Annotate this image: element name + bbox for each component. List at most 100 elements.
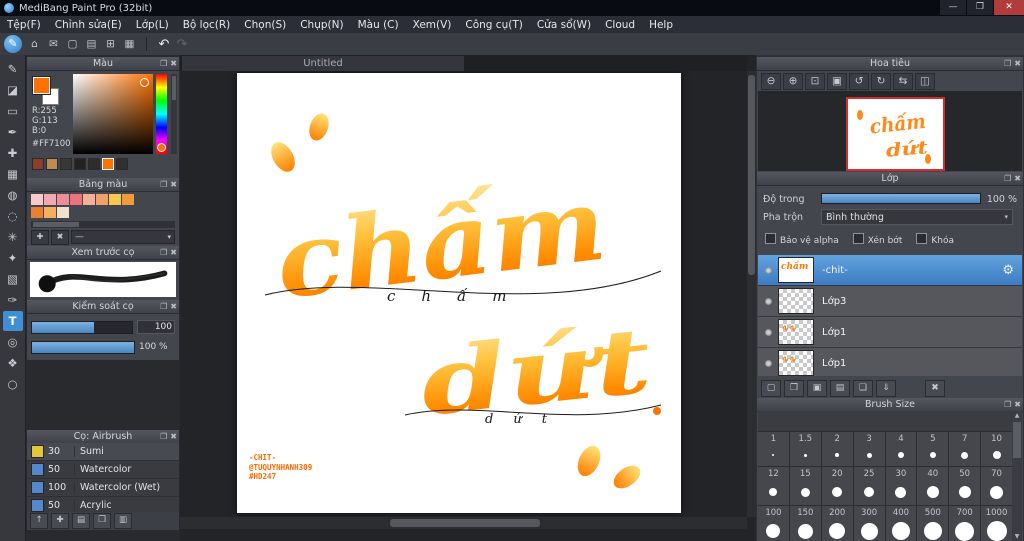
color-swatch[interactable] [96, 194, 108, 205]
menu-item-2[interactable]: Lớp(L) [129, 17, 176, 33]
color-swatch[interactable] [74, 158, 86, 170]
color-panel-scrollbar[interactable] [171, 74, 177, 154]
close-panel-icon[interactable]: ✖ [1014, 172, 1021, 185]
menu-item-7[interactable]: Xem(V) [406, 17, 459, 33]
brush-item-2[interactable]: 100 Watercolor (Wet) [27, 479, 179, 497]
color-swatch[interactable] [32, 158, 44, 170]
add-color-button[interactable]: ✚ [31, 229, 49, 245]
brush-size-300[interactable]: 300 [853, 506, 885, 541]
popout-icon[interactable]: ❐ [160, 178, 167, 191]
menu-item-1[interactable]: Chỉnh sửa(E) [48, 17, 129, 33]
layer-settings-icon[interactable]: ⚙ [1002, 263, 1014, 278]
clipping-checkbox[interactable]: Xén bớt [852, 233, 902, 246]
hue-marker[interactable] [157, 143, 166, 152]
canvas-page[interactable]: chấm chấm dứt dứt -CHIT- @TUQUYNHANH309 … [237, 73, 681, 513]
popout-icon[interactable]: ❐ [160, 57, 167, 70]
brush-size-50[interactable]: 50 [949, 467, 981, 505]
menu-item-11[interactable]: Help [642, 17, 680, 33]
brush-size-4[interactable]: 4 [885, 432, 917, 466]
rotate-left-icon[interactable]: ↺ [849, 73, 869, 90]
foreground-color-swatch[interactable] [32, 76, 51, 95]
table-icon[interactable]: ▦ [121, 36, 138, 52]
protect-alpha-checkbox[interactable]: Bảo vệ alpha [765, 233, 839, 246]
brush-size-700[interactable]: 700 [949, 506, 981, 541]
duplicate-brush-icon[interactable]: ❐ [93, 513, 111, 529]
layer-row-0[interactable]: chấm -chit- ⚙ [758, 255, 1022, 286]
color-swatch[interactable] [122, 194, 134, 205]
color-swatch[interactable] [44, 207, 56, 218]
brush-item-0[interactable]: 30 Sumi [27, 443, 179, 461]
add-brush-icon[interactable]: ✚ [51, 513, 69, 529]
horizontal-scrollbar[interactable] [180, 517, 747, 529]
menu-item-9[interactable]: Cửa sổ(W) [530, 17, 598, 33]
pen-tool[interactable]: ✒ [3, 122, 23, 142]
brush-size-15[interactable]: 15 [789, 467, 821, 505]
move-tool[interactable]: ✚ [3, 143, 23, 163]
merge-layer-icon[interactable]: ⇓ [876, 379, 896, 397]
menu-item-10[interactable]: Cloud [598, 17, 642, 33]
brush-size-1000[interactable]: 1000 [981, 506, 1012, 541]
zoom-out-icon[interactable]: ⊖ [761, 73, 781, 90]
layer-visibility-dot[interactable] [765, 266, 772, 274]
color-swatch[interactable] [44, 194, 56, 205]
color-swatch[interactable] [116, 158, 128, 170]
rotate-right-icon[interactable]: ↻ [871, 73, 891, 90]
close-panel-icon[interactable]: ✖ [170, 430, 177, 443]
new-layer-icon[interactable]: ▢ [761, 379, 781, 397]
layer-visibility-dot[interactable] [765, 297, 772, 305]
brush-size-100[interactable]: 100 [758, 506, 789, 541]
brush-size-3[interactable]: 3 [853, 432, 885, 466]
reset-view-icon[interactable]: ⇆ [893, 73, 913, 90]
layer-visibility-dot[interactable] [765, 359, 772, 367]
active-tool-indicator[interactable]: ✎ [4, 35, 22, 53]
sv-marker[interactable] [140, 78, 149, 87]
document-tab[interactable]: Untitled [182, 56, 464, 71]
popout-icon[interactable]: ❐ [1004, 57, 1011, 70]
popout-icon[interactable]: ❐ [160, 300, 167, 313]
blend-mode-dropdown[interactable]: Bình thường ▾ [821, 209, 1013, 225]
copy-layer-icon[interactable]: ❏ [853, 379, 873, 397]
bucket-tool[interactable]: ◍ [3, 185, 23, 205]
brush-opacity-slider[interactable] [31, 340, 135, 354]
message-icon[interactable]: ✉ [45, 36, 62, 52]
close-panel-icon[interactable]: ✖ [1014, 398, 1021, 411]
brush-size-7[interactable]: 7 [949, 432, 981, 466]
redo-icon[interactable]: ↷ [173, 37, 191, 52]
menu-item-4[interactable]: Chọn(S) [237, 17, 293, 33]
brush-size-2[interactable]: 2 [821, 432, 853, 466]
new-folder-icon[interactable]: ▣ [807, 379, 827, 397]
brush-size-slider[interactable] [31, 320, 133, 334]
color-swatch[interactable] [57, 194, 69, 205]
saturation-value-picker[interactable] [73, 74, 153, 154]
menu-item-3[interactable]: Bộ lọc(R) [176, 17, 238, 33]
delete-color-button[interactable]: ✖ [51, 229, 69, 245]
brush-size-400[interactable]: 400 [885, 506, 917, 541]
close-panel-icon[interactable]: ✖ [170, 57, 177, 70]
brush-size-scrollbar[interactable]: ▲ ▼ [1012, 411, 1022, 541]
brush-size-40[interactable]: 40 [917, 467, 949, 505]
rectangle-tool[interactable]: ▭ [3, 101, 23, 121]
color-swatch[interactable] [70, 194, 82, 205]
hue-slider[interactable] [156, 74, 167, 154]
popout-icon[interactable]: ❐ [160, 246, 167, 259]
menu-item-5[interactable]: Chụp(N) [293, 17, 350, 33]
brush-size-value[interactable]: 100 [137, 320, 175, 334]
lasso-tool[interactable]: ◌ [3, 206, 23, 226]
layer-row-1[interactable]: Lớp3 [758, 286, 1022, 317]
brush-menu-icon[interactable]: ▥ [114, 513, 132, 529]
zoom-fit-icon[interactable]: ⊡ [805, 73, 825, 90]
operation-tool[interactable]: ✦ [3, 248, 23, 268]
brush-size-10[interactable]: 10 [981, 432, 1012, 466]
close-panel-icon[interactable]: ✖ [170, 246, 177, 259]
color-swatch[interactable] [83, 194, 95, 205]
close-panel-icon[interactable]: ✖ [1014, 57, 1021, 70]
path-tool[interactable]: ✑ [3, 290, 23, 310]
folder-icon[interactable]: ▤ [830, 379, 850, 397]
brush-size-20[interactable]: 20 [821, 467, 853, 505]
text-tool[interactable]: T [2, 311, 23, 331]
zoom-actual-icon[interactable]: ▣ [827, 73, 847, 90]
scroll-up-icon[interactable]: ↑ [30, 513, 48, 529]
color-swatch[interactable] [88, 158, 100, 170]
popout-icon[interactable]: ❐ [1004, 398, 1011, 411]
layer-visibility-dot[interactable] [765, 328, 772, 336]
